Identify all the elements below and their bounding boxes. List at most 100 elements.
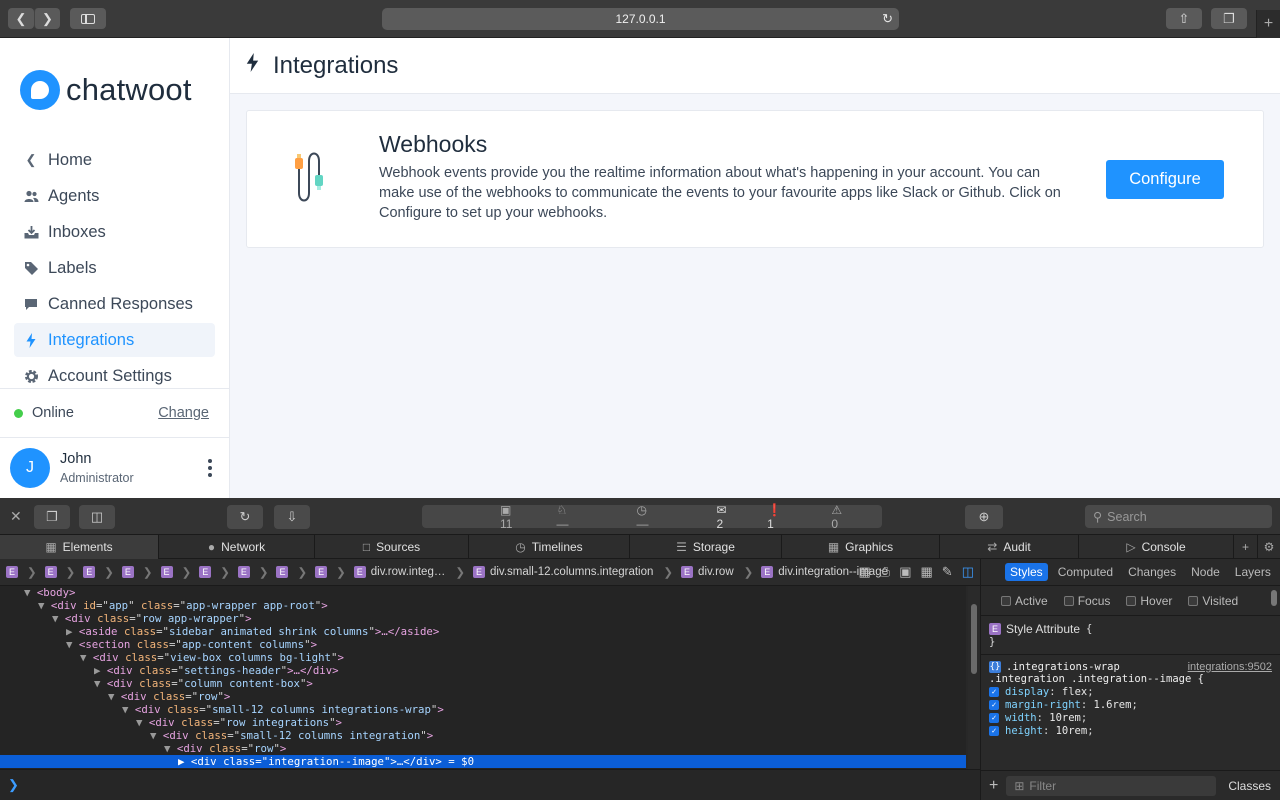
forward-button[interactable]: ❯ bbox=[34, 8, 60, 29]
disclosure-closed-icon[interactable]: ▶ bbox=[66, 625, 72, 638]
layout-icon[interactable]: ▦ bbox=[859, 564, 871, 580]
address-bar[interactable]: 127.0.0.1 ↻ bbox=[382, 8, 899, 30]
css-property[interactable]: ✓ margin-right: 1.6rem; bbox=[989, 698, 1272, 711]
download-archive-button[interactable]: ⇩ bbox=[274, 505, 310, 529]
print-icon[interactable]: ⎙ bbox=[880, 564, 890, 580]
element-badge-icon[interactable]: E bbox=[121, 566, 134, 578]
avatar[interactable]: J bbox=[10, 448, 50, 488]
console-prompt[interactable]: ❯ bbox=[0, 769, 980, 800]
add-tab-button[interactable]: + bbox=[1234, 535, 1258, 559]
paint-icon[interactable]: ✎ bbox=[942, 564, 953, 580]
close-icon[interactable]: ✕ bbox=[10, 508, 22, 525]
toggle-details-icon[interactable]: ◫ bbox=[962, 564, 974, 580]
sidebar-item-canned-responses[interactable]: Canned Responses bbox=[14, 287, 215, 321]
tab-console[interactable]: ▷ Console bbox=[1079, 535, 1234, 559]
styles-filter-input[interactable]: ⊞ Filter bbox=[1006, 775, 1217, 796]
styles-scrollbar[interactable] bbox=[1271, 590, 1277, 606]
inspector-search-input[interactable]: ⚲ Search bbox=[1085, 505, 1272, 528]
dom-node[interactable]: ▼ <body> bbox=[0, 586, 966, 599]
configure-button[interactable]: Configure bbox=[1106, 160, 1224, 199]
state-visited-checkbox[interactable]: Visited bbox=[1188, 594, 1238, 608]
rule-source-link[interactable]: integrations:9502 bbox=[1188, 661, 1272, 673]
sidebar-item-integrations[interactable]: Integrations bbox=[14, 323, 215, 357]
chatwoot-logo[interactable]: chatwoot bbox=[20, 70, 192, 110]
tab-sources[interactable]: □ Sources bbox=[315, 535, 469, 559]
dom-scrollbar[interactable] bbox=[968, 586, 980, 769]
grid-icon[interactable]: ▦ bbox=[921, 564, 933, 580]
element-badge-icon[interactable]: E bbox=[160, 566, 173, 578]
breadcrumb-item[interactable]: div.row.integ… bbox=[371, 566, 446, 578]
state-focus-checkbox[interactable]: Focus bbox=[1063, 594, 1110, 608]
dom-node[interactable]: ▼ <div id="app" class="app-wrapper app-r… bbox=[0, 599, 966, 612]
change-status-link[interactable]: Change bbox=[158, 405, 209, 421]
element-badge-icon[interactable]: E bbox=[6, 566, 18, 578]
tab-node[interactable]: Node bbox=[1186, 563, 1225, 581]
disclosure-closed-icon[interactable]: ▶ bbox=[178, 755, 184, 768]
disclosure-open-icon[interactable]: ▼ bbox=[66, 638, 72, 651]
dom-node[interactable]: ▼ <div class="view-box columns bg-light"… bbox=[0, 651, 966, 664]
dom-node[interactable]: ▼ <div class="row"> bbox=[0, 742, 966, 755]
disclosure-open-icon[interactable]: ▼ bbox=[38, 599, 44, 612]
disclosure-open-icon[interactable]: ▼ bbox=[136, 716, 142, 729]
dom-node[interactable]: ▼ <div class="row integrations"> bbox=[0, 716, 966, 729]
disclosure-open-icon[interactable]: ▼ bbox=[122, 703, 128, 716]
tabs-overview-button[interactable]: ❐ bbox=[1211, 8, 1247, 29]
dom-node[interactable]: ▼ <div class="row"> bbox=[0, 690, 966, 703]
reload-page-button[interactable]: ↻ bbox=[227, 505, 263, 529]
new-tab-button[interactable]: + bbox=[1256, 10, 1280, 38]
activity-status[interactable]: ▣ 11 ♘ — ◷ — ✉ 2 ❗ 1 ⚠ 0 bbox=[422, 503, 882, 531]
disclosure-open-icon[interactable]: ▼ bbox=[80, 651, 86, 664]
disclosure-open-icon[interactable]: ▼ bbox=[94, 677, 100, 690]
tab-changes[interactable]: Changes bbox=[1123, 563, 1181, 581]
sidebar-item-home[interactable]: ❮ Home bbox=[14, 143, 215, 177]
element-badge-icon[interactable]: E bbox=[44, 566, 57, 578]
tab-timelines[interactable]: ◷ Timelines bbox=[469, 535, 630, 559]
disclosure-closed-icon[interactable]: ▶ bbox=[94, 664, 100, 677]
back-button[interactable]: ❮ bbox=[8, 8, 34, 29]
disclosure-open-icon[interactable]: ▼ bbox=[150, 729, 156, 742]
css-property[interactable]: ✓ display: flex; bbox=[989, 685, 1272, 698]
undock-button[interactable]: ❐ bbox=[34, 505, 70, 529]
more-options-icon[interactable] bbox=[200, 459, 220, 477]
state-hover-checkbox[interactable]: Hover bbox=[1126, 594, 1172, 608]
user-profile[interactable]: J John Administrator bbox=[10, 448, 220, 488]
dom-node[interactable]: ▼ <div class="row app-wrapper"> bbox=[0, 612, 966, 625]
sidebar-item-labels[interactable]: Labels bbox=[14, 251, 215, 285]
style-attribute-rule[interactable]: E Style Attribute { } bbox=[981, 616, 1280, 655]
disclosure-open-icon[interactable]: ▼ bbox=[24, 586, 30, 599]
element-badge-icon[interactable]: E bbox=[83, 566, 96, 578]
dom-tree[interactable]: ▼ <body> ▼ <div id="app" class="app-wrapp… bbox=[0, 586, 966, 769]
share-button[interactable]: ⇧ bbox=[1166, 8, 1202, 29]
classes-toggle[interactable]: Classes bbox=[1228, 779, 1271, 793]
dock-side-button[interactable]: ◫ bbox=[79, 505, 115, 529]
dom-node[interactable]: ▼ <div class="small-12 columns integrati… bbox=[0, 703, 966, 716]
dom-node[interactable]: ▼ <div class="column content-box"> bbox=[0, 677, 966, 690]
element-badge-icon[interactable]: E bbox=[237, 566, 250, 578]
dom-node[interactable]: ▶ <div class="settings-header">…</div> bbox=[0, 664, 966, 677]
element-picker-button[interactable]: ⊕ bbox=[965, 505, 1003, 529]
add-rule-icon[interactable]: + bbox=[989, 777, 998, 795]
css-rule[interactable]: {} .integrations-wrap integrations:9502 … bbox=[981, 655, 1280, 743]
css-property[interactable]: ✓ width: 10rem; bbox=[989, 711, 1272, 724]
element-badge-icon[interactable]: E bbox=[199, 566, 212, 578]
state-active-checkbox[interactable]: Active bbox=[1001, 594, 1048, 608]
tab-network[interactable]: ● Network bbox=[159, 535, 315, 559]
tab-graphics[interactable]: ▦ Graphics bbox=[782, 535, 940, 559]
dom-node[interactable]: ▶ <div class="integration--image">…</div… bbox=[0, 755, 966, 768]
dom-node[interactable]: ▶ <aside class="sidebar animated shrink … bbox=[0, 625, 966, 638]
tab-audit[interactable]: ⇄ Audit bbox=[940, 535, 1079, 559]
sidebar-item-agents[interactable]: Agents bbox=[14, 179, 215, 213]
tab-elements[interactable]: ▦ Elements bbox=[0, 535, 159, 559]
tab-computed[interactable]: Computed bbox=[1053, 563, 1118, 581]
disclosure-open-icon[interactable]: ▼ bbox=[52, 612, 58, 625]
reload-icon[interactable]: ↻ bbox=[882, 11, 893, 27]
sidebar-toggle-button[interactable] bbox=[70, 8, 106, 29]
element-badge-icon[interactable]: E bbox=[276, 566, 289, 578]
element-badge-icon[interactable]: E bbox=[315, 566, 328, 578]
disclosure-open-icon[interactable]: ▼ bbox=[164, 742, 170, 755]
settings-button[interactable]: ⚙ bbox=[1258, 535, 1280, 559]
dom-node[interactable]: ▼ <div class="small-12 columns integrati… bbox=[0, 729, 966, 742]
tab-layers[interactable]: Layers bbox=[1230, 563, 1276, 581]
dark-mode-icon[interactable]: ▣ bbox=[899, 564, 911, 580]
breadcrumb-item[interactable]: div.row bbox=[698, 566, 734, 578]
